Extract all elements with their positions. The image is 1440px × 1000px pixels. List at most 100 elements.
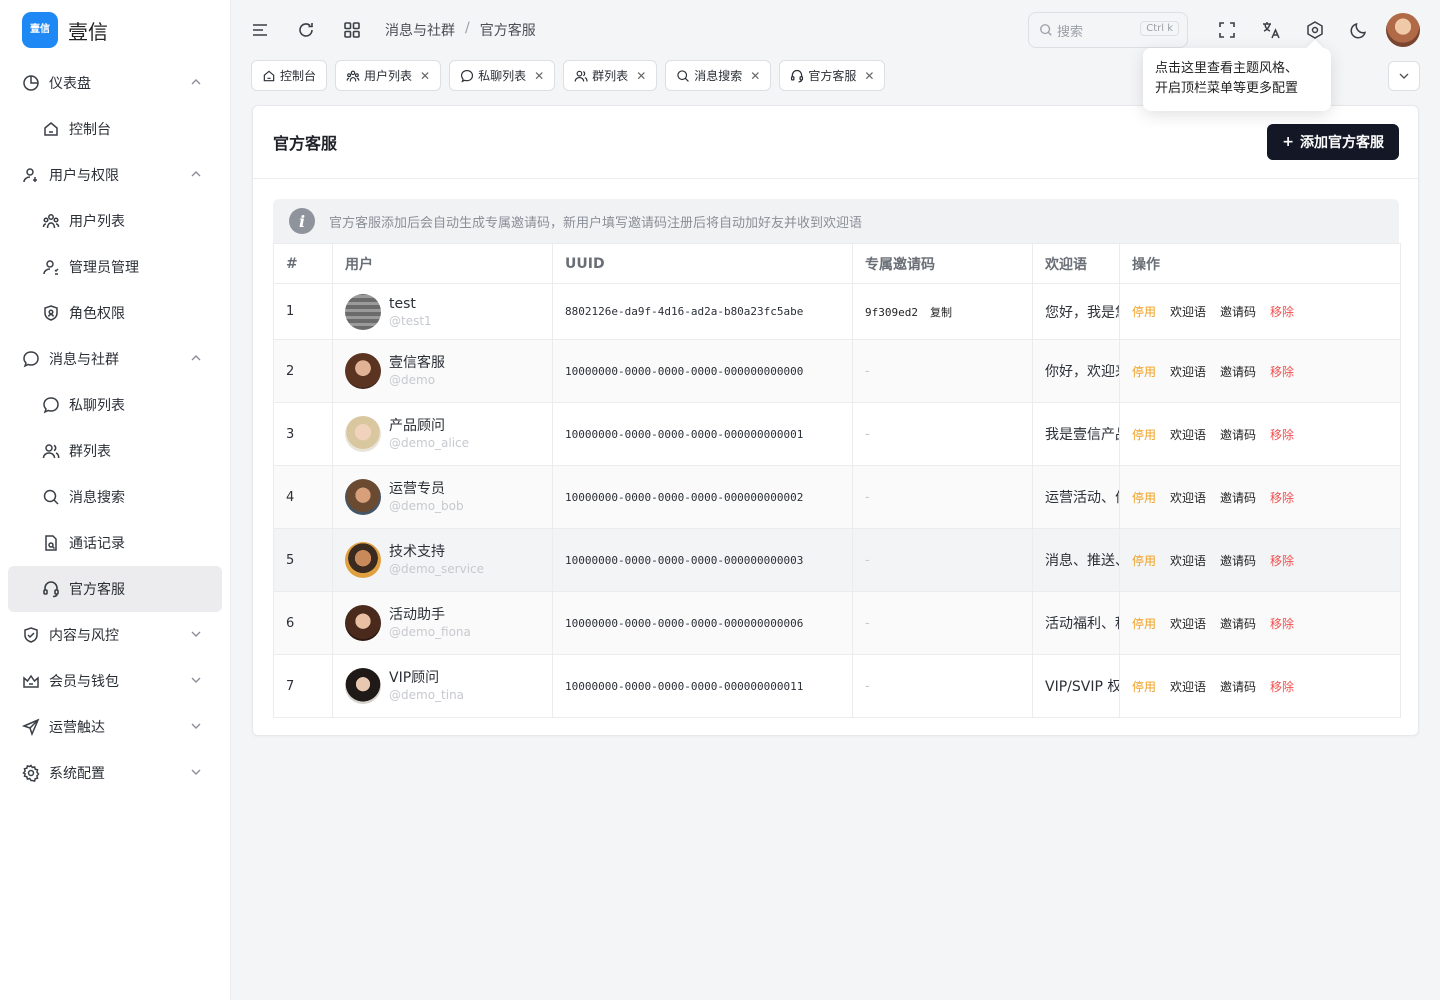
close-icon[interactable]: ✕ bbox=[864, 69, 874, 83]
invite-button[interactable]: 邀请码 bbox=[1220, 491, 1256, 505]
cell-index: 3 bbox=[273, 402, 333, 466]
cell-index: 5 bbox=[273, 528, 333, 592]
table-row: 3 产品顾问 @demo_alice 10000000-0000-0000-0000-… bbox=[273, 402, 1401, 466]
sidebar-item-14[interactable]: 运营触达 bbox=[8, 704, 222, 750]
remove-button[interactable]: 移除 bbox=[1270, 365, 1294, 379]
tab-more-chevron-down-icon[interactable] bbox=[1388, 61, 1420, 91]
app-logo[interactable]: 壹信 壹信 bbox=[0, 0, 230, 60]
remove-button[interactable]: 移除 bbox=[1270, 554, 1294, 568]
close-icon[interactable]: ✕ bbox=[534, 69, 544, 83]
invite-button[interactable]: 邀请码 bbox=[1220, 365, 1256, 379]
welcome-button[interactable]: 欢迎语 bbox=[1170, 428, 1206, 442]
disable-button[interactable]: 停用 bbox=[1132, 305, 1156, 319]
refresh-icon[interactable] bbox=[295, 19, 317, 41]
disable-button[interactable]: 停用 bbox=[1132, 680, 1156, 694]
cell-welcome: 你好，欢迎来到壹信 bbox=[1032, 339, 1120, 403]
chevron-up-icon[interactable] bbox=[190, 76, 202, 88]
welcome-button[interactable]: 欢迎语 bbox=[1170, 617, 1206, 631]
add-button-label: 添加官方客服 bbox=[1300, 135, 1384, 151]
sidebar-item-4[interactable]: 管理员管理 bbox=[8, 244, 222, 290]
sidebar-item-11[interactable]: 官方客服 bbox=[8, 566, 222, 612]
sidebar-item-1[interactable]: 控制台 bbox=[8, 106, 222, 152]
tab-0[interactable]: 控制台 bbox=[251, 60, 328, 91]
sidebar-item-13[interactable]: 会员与钱包 bbox=[8, 658, 222, 704]
invite-button[interactable]: 邀请码 bbox=[1220, 428, 1256, 442]
sidebar-item-0[interactable]: 仪表盘 bbox=[8, 60, 222, 106]
tab-5[interactable]: 官方客服 ✕ bbox=[779, 60, 886, 91]
remove-button[interactable]: 移除 bbox=[1270, 428, 1294, 442]
welcome-button[interactable]: 欢迎语 bbox=[1170, 305, 1206, 319]
chevron-down-icon[interactable] bbox=[190, 766, 202, 778]
remove-button[interactable]: 移除 bbox=[1270, 617, 1294, 631]
welcome-button[interactable]: 欢迎语 bbox=[1170, 491, 1206, 505]
sidebar-item-9[interactable]: 消息搜索 bbox=[8, 474, 222, 520]
copy-button[interactable]: 复制 bbox=[930, 306, 952, 319]
chevron-up-icon[interactable] bbox=[190, 168, 202, 180]
tab-2[interactable]: 私聊列表 ✕ bbox=[449, 60, 556, 91]
admin-icon bbox=[42, 258, 60, 276]
close-icon[interactable]: ✕ bbox=[636, 69, 646, 83]
sidebar-item-label: 通话记录 bbox=[69, 536, 125, 552]
disable-button[interactable]: 停用 bbox=[1132, 617, 1156, 631]
disable-button[interactable]: 停用 bbox=[1132, 428, 1156, 442]
welcome-button[interactable]: 欢迎语 bbox=[1170, 680, 1206, 694]
col-header-actions: 操作 bbox=[1119, 243, 1401, 284]
logo-icon: 壹信 bbox=[22, 12, 58, 48]
grid-apps-icon[interactable] bbox=[341, 19, 363, 41]
invite-button[interactable]: 邀请码 bbox=[1220, 554, 1256, 568]
tab-label: 用户列表 bbox=[364, 69, 413, 83]
sidebar-item-label: 用户列表 bbox=[69, 214, 125, 230]
remove-button[interactable]: 移除 bbox=[1270, 680, 1294, 694]
fullscreen-icon[interactable] bbox=[1216, 19, 1238, 41]
breadcrumb-item-parent[interactable]: 消息与社群 bbox=[385, 20, 455, 40]
tab-3[interactable]: 群列表 ✕ bbox=[563, 60, 658, 91]
settings-hex-icon[interactable] bbox=[1304, 19, 1326, 41]
tab-label: 私聊列表 bbox=[478, 69, 527, 83]
sidebar-item-2[interactable]: 用户与权限 bbox=[8, 152, 222, 198]
sidebar-item-15[interactable]: 系统配置 bbox=[8, 750, 222, 796]
breadcrumb-separator: / bbox=[465, 20, 470, 36]
invite-button[interactable]: 邀请码 bbox=[1220, 680, 1256, 694]
user-name: 活动助手 bbox=[389, 607, 445, 623]
cell-user: 壹信客服 @demo bbox=[332, 339, 553, 403]
shield-icon bbox=[42, 304, 60, 322]
chevron-down-icon[interactable] bbox=[190, 628, 202, 640]
pie-chart-icon bbox=[22, 74, 40, 92]
search-input[interactable]: 搜索 Ctrl k bbox=[1028, 12, 1188, 48]
tab-label: 控制台 bbox=[280, 69, 317, 83]
welcome-button[interactable]: 欢迎语 bbox=[1170, 554, 1206, 568]
tab-label: 消息搜索 bbox=[694, 69, 743, 83]
sidebar-item-label: 系统配置 bbox=[49, 766, 105, 782]
menu-toggle-icon[interactable] bbox=[249, 19, 271, 41]
close-icon[interactable]: ✕ bbox=[420, 69, 430, 83]
cell-invite: - bbox=[852, 654, 1033, 718]
sidebar-item-10[interactable]: 通话记录 bbox=[8, 520, 222, 566]
disable-button[interactable]: 停用 bbox=[1132, 365, 1156, 379]
add-official-support-button[interactable]: + 添加官方客服 bbox=[1267, 124, 1399, 160]
user-avatar[interactable] bbox=[1386, 13, 1420, 47]
tab-4[interactable]: 消息搜索 ✕ bbox=[665, 60, 772, 91]
invite-button[interactable]: 邀请码 bbox=[1220, 617, 1256, 631]
user-handle: @demo_fiona bbox=[389, 625, 471, 639]
tab-1[interactable]: 用户列表 ✕ bbox=[335, 60, 442, 91]
translate-icon[interactable] bbox=[1260, 19, 1282, 41]
dark-mode-icon[interactable] bbox=[1348, 19, 1370, 41]
chevron-up-icon[interactable] bbox=[190, 352, 202, 364]
invite-code: 9f309ed2 bbox=[865, 305, 918, 319]
sidebar-item-6[interactable]: 消息与社群 bbox=[8, 336, 222, 382]
chevron-down-icon[interactable] bbox=[190, 674, 202, 686]
avatar bbox=[345, 668, 381, 704]
disable-button[interactable]: 停用 bbox=[1132, 491, 1156, 505]
sidebar-item-12[interactable]: 内容与风控 bbox=[8, 612, 222, 658]
sidebar-item-8[interactable]: 群列表 bbox=[8, 428, 222, 474]
chevron-down-icon[interactable] bbox=[190, 720, 202, 732]
disable-button[interactable]: 停用 bbox=[1132, 554, 1156, 568]
remove-button[interactable]: 移除 bbox=[1270, 491, 1294, 505]
sidebar-item-5[interactable]: 角色权限 bbox=[8, 290, 222, 336]
sidebar-item-7[interactable]: 私聊列表 bbox=[8, 382, 222, 428]
close-icon[interactable]: ✕ bbox=[750, 69, 760, 83]
invite-button[interactable]: 邀请码 bbox=[1220, 305, 1256, 319]
remove-button[interactable]: 移除 bbox=[1270, 305, 1294, 319]
welcome-button[interactable]: 欢迎语 bbox=[1170, 365, 1206, 379]
sidebar-item-3[interactable]: 用户列表 bbox=[8, 198, 222, 244]
